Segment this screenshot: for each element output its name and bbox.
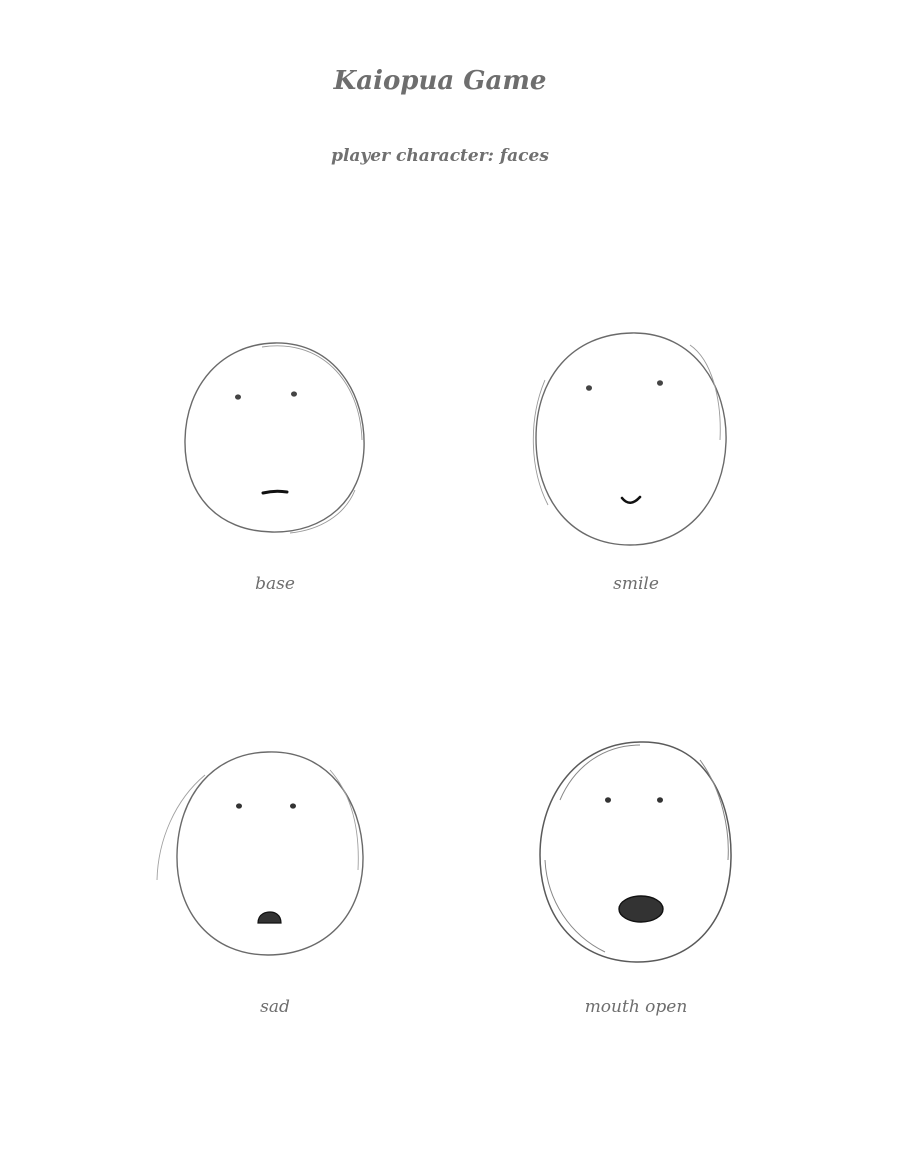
face-label-smile: smile [613, 574, 659, 594]
face-mouth-open-drawing [539, 741, 732, 963]
mouth-open-icon [618, 895, 664, 923]
face-outline-sketch [156, 769, 359, 881]
right-eye-icon [290, 803, 296, 809]
faces-sketch [156, 332, 732, 963]
face-outline-sketch [261, 345, 363, 534]
left-eye-icon [235, 394, 241, 400]
face-outline [176, 751, 364, 956]
mouth-smile-icon [620, 495, 642, 505]
left-eye-icon [586, 385, 592, 391]
left-eye-icon [236, 803, 242, 809]
right-eye-icon [291, 391, 297, 397]
face-smile-drawing [532, 332, 727, 546]
face-label-mouth-open: mouth open [584, 997, 688, 1017]
face-label-sad: sad [260, 997, 290, 1017]
right-eye-icon [657, 797, 663, 803]
face-outline-sketch [532, 344, 721, 506]
right-eye-icon [657, 380, 663, 386]
face-base-drawing [184, 342, 365, 534]
face-outline [535, 332, 727, 546]
mouth-flat-icon [261, 489, 289, 495]
left-eye-icon [605, 797, 611, 803]
mouth-sad-icon [257, 911, 282, 924]
face-sad-drawing [156, 751, 364, 956]
face-label-base: base [255, 574, 295, 594]
face-outline [539, 741, 732, 963]
